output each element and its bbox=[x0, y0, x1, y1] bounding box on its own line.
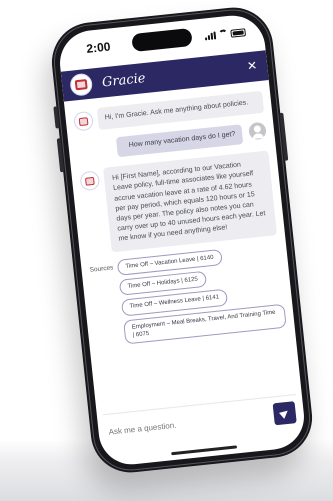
battery-icon bbox=[230, 28, 247, 38]
signal-icon bbox=[204, 31, 217, 41]
bot-message: Hi [First Name], according to our Vacati… bbox=[79, 150, 278, 255]
bot-bubble: Hi [First Name], according to our Vacati… bbox=[103, 150, 278, 253]
chat-thread: Hi, I'm Gracie. Ask me anything about po… bbox=[64, 82, 301, 408]
wifi-icon bbox=[218, 31, 228, 39]
status-icons bbox=[204, 27, 247, 41]
user-bubble: How many vacation days do I get? bbox=[115, 124, 244, 158]
source-chips: Time Off – Vacation Leave | 6140 Time Of… bbox=[116, 243, 287, 345]
header-title: Gracie bbox=[101, 70, 147, 90]
gracie-logo-icon bbox=[69, 72, 94, 97]
source-chip[interactable]: Time Off – Vacation Leave | 6140 bbox=[116, 249, 223, 277]
gracie-logo-icon bbox=[73, 110, 94, 132]
sources-block: Sources Time Off – Vacation Leave | 6140… bbox=[89, 243, 287, 347]
dynamic-island bbox=[131, 27, 193, 53]
close-icon[interactable]: ✕ bbox=[246, 58, 257, 73]
send-icon bbox=[279, 407, 291, 419]
sources-label: Sources bbox=[89, 264, 114, 275]
user-avatar-icon bbox=[248, 121, 267, 141]
message-input[interactable] bbox=[104, 408, 275, 438]
gracie-logo-icon bbox=[79, 170, 101, 192]
status-time: 2:00 bbox=[85, 39, 112, 56]
send-button[interactable] bbox=[272, 401, 297, 426]
phone-device: 2:00 Gracie ✕ Hi, I'm Gracie. Ask me any… bbox=[47, 3, 317, 477]
home-indicator bbox=[171, 445, 238, 456]
